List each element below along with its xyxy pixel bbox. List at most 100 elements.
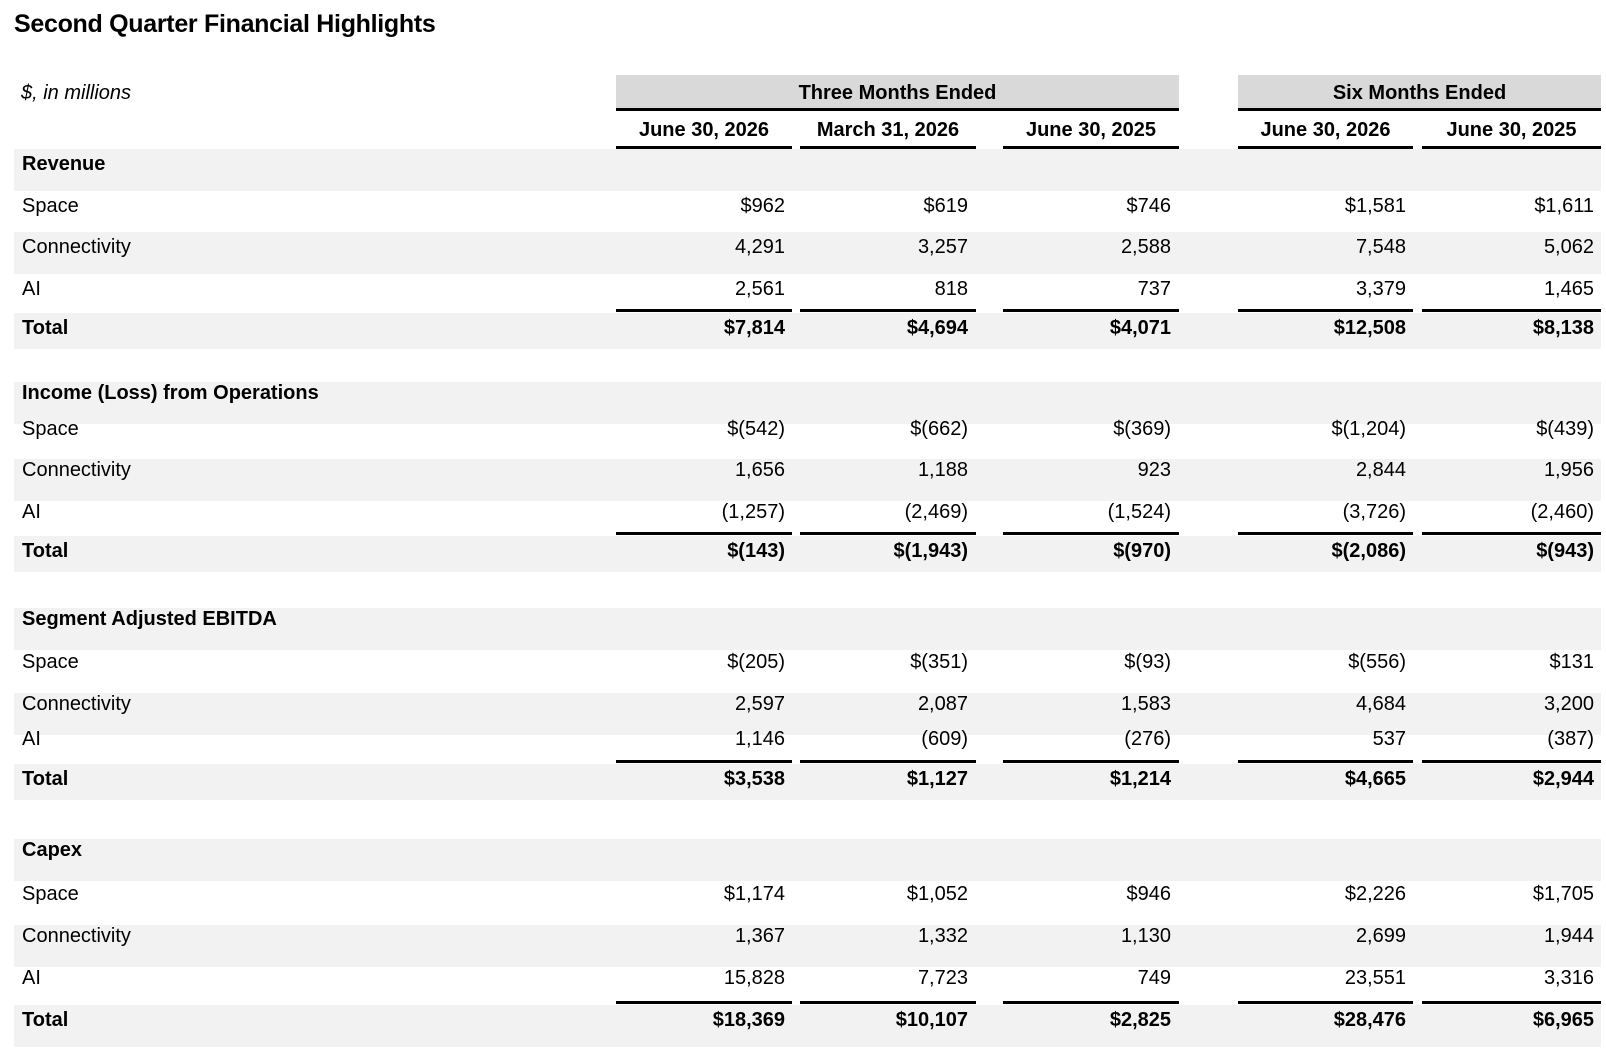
table-cell: $(556) xyxy=(1348,651,1406,673)
total-rule xyxy=(800,1001,976,1004)
table-cell: 23,551 xyxy=(1344,967,1406,989)
total-rule xyxy=(1003,309,1179,312)
table-cell: 1,332 xyxy=(917,925,968,947)
table-cell: 3,200 xyxy=(1543,693,1594,715)
table-cell: 7,723 xyxy=(917,967,968,989)
row-label: Space xyxy=(22,651,79,673)
table-cell: $(542) xyxy=(727,418,785,440)
table-row: Space $(542) $(662) $(369) $(1,204) $(439) xyxy=(0,418,1606,460)
total-rule xyxy=(800,309,976,312)
table-cell: (1,524) xyxy=(1107,501,1171,523)
table-row: Space $962 $619 $746 $1,581 $1,611 xyxy=(0,195,1606,237)
table-cell: 737 xyxy=(1137,278,1171,300)
total-rule xyxy=(1238,309,1413,312)
row-label: Space xyxy=(22,195,79,217)
table-cell: 15,828 xyxy=(723,967,785,989)
table-cell: $131 xyxy=(1549,651,1595,673)
table-cell: 1,367 xyxy=(734,925,785,947)
total-cell: $1,214 xyxy=(1109,768,1171,790)
table-cell: $619 xyxy=(923,195,969,217)
table-row: Connectivity 1,367 1,332 1,130 2,699 1,944 xyxy=(0,925,1606,967)
total-cell: $(970) xyxy=(1113,540,1171,562)
total-rule xyxy=(1422,309,1601,312)
table-cell: 1,956 xyxy=(1543,459,1594,481)
table-row: AI 1,146 (609) (276) 537 (387) xyxy=(0,728,1606,770)
table-cell: 2,561 xyxy=(734,278,785,300)
total-label: Total xyxy=(22,768,69,790)
table-cell: $946 xyxy=(1126,883,1172,905)
table-cell: 537 xyxy=(1372,728,1406,750)
total-rule xyxy=(616,532,792,535)
table-cell: 3,316 xyxy=(1543,967,1594,989)
row-label: Space xyxy=(22,883,79,905)
row-label: Space xyxy=(22,418,79,440)
table-cell: 4,291 xyxy=(734,236,785,258)
table-cell: (1,257) xyxy=(721,501,785,523)
table-cell: $(93) xyxy=(1124,651,1171,673)
table-cell: (276) xyxy=(1124,728,1171,750)
table-cell: 3,257 xyxy=(917,236,968,258)
table-cell: $746 xyxy=(1126,195,1172,217)
table-cell: $2,226 xyxy=(1344,883,1406,905)
table-row: Space $(205) $(351) $(93) $(556) $131 xyxy=(0,651,1606,693)
row-label: Connectivity xyxy=(22,236,131,258)
section-heading-label: Capex xyxy=(22,839,83,861)
total-cell: $(143) xyxy=(727,540,785,562)
column-header: June 30, 2026 xyxy=(616,115,792,149)
table-cell: $(369) xyxy=(1113,418,1171,440)
column-header: June 30, 2025 xyxy=(1003,115,1179,149)
table-cell: 2,699 xyxy=(1355,925,1406,947)
row-label: Connectivity xyxy=(22,925,131,947)
row-label: AI xyxy=(22,501,41,523)
table-cell: 1,944 xyxy=(1543,925,1594,947)
total-label: Total xyxy=(22,317,69,339)
table-row: AI 2,561 818 737 3,379 1,465 xyxy=(0,278,1606,320)
total-rule xyxy=(1238,532,1413,535)
table-cell: 1,146 xyxy=(734,728,785,750)
column-header: March 31, 2026 xyxy=(800,115,976,149)
total-cell: $4,694 xyxy=(906,317,968,339)
table-cell: $1,174 xyxy=(723,883,785,905)
row-label: Connectivity xyxy=(22,459,131,481)
total-rule xyxy=(616,760,792,763)
total-cell: $3,538 xyxy=(723,768,785,790)
table-cell: (2,469) xyxy=(904,501,968,523)
total-cell: $2,944 xyxy=(1532,768,1594,790)
table-cell: (609) xyxy=(921,728,968,750)
section-heading-label: Segment Adjusted EBITDA xyxy=(22,608,277,630)
table-cell: $1,052 xyxy=(906,883,968,905)
total-cell: $7,814 xyxy=(723,317,785,339)
table-cell: 1,465 xyxy=(1543,278,1594,300)
total-rule xyxy=(1422,760,1601,763)
table-cell: $(439) xyxy=(1536,418,1594,440)
table-cell: 749 xyxy=(1137,967,1171,989)
group-header-three-months: Three Months Ended xyxy=(616,75,1179,111)
table-row: Connectivity 1,656 1,188 923 2,844 1,956 xyxy=(0,459,1606,501)
total-cell: $10,107 xyxy=(895,1009,968,1031)
table-cell: 1,583 xyxy=(1120,693,1171,715)
table-cell: (2,460) xyxy=(1530,501,1594,523)
total-rule xyxy=(1003,1001,1179,1004)
row-label: AI xyxy=(22,728,41,750)
table-cell: 4,684 xyxy=(1355,693,1406,715)
table-cell: $(1,204) xyxy=(1331,418,1407,440)
total-cell: $18,369 xyxy=(712,1009,785,1031)
total-cell: $12,508 xyxy=(1333,317,1406,339)
table-cell: $962 xyxy=(740,195,786,217)
table-cell: 2,597 xyxy=(734,693,785,715)
table-cell: $(662) xyxy=(910,418,968,440)
table-row: Connectivity 4,291 3,257 2,588 7,548 5,062 xyxy=(0,236,1606,278)
section-heading-label: Income (Loss) from Operations xyxy=(22,382,319,404)
total-cell: $(943) xyxy=(1536,540,1594,562)
table-row: Space $1,174 $1,052 $946 $2,226 $1,705 xyxy=(0,883,1606,925)
section-heading-label: Revenue xyxy=(22,153,106,175)
table-cell: 1,188 xyxy=(917,459,968,481)
table-cell: $1,611 xyxy=(1534,195,1594,217)
total-rule xyxy=(800,760,976,763)
table-cell: 2,087 xyxy=(917,693,968,715)
table-cell: 2,588 xyxy=(1120,236,1171,258)
table-cell: 923 xyxy=(1137,459,1171,481)
table-cell: 2,844 xyxy=(1355,459,1406,481)
total-rule xyxy=(616,309,792,312)
page-title: Second Quarter Financial Highlights xyxy=(14,10,436,38)
